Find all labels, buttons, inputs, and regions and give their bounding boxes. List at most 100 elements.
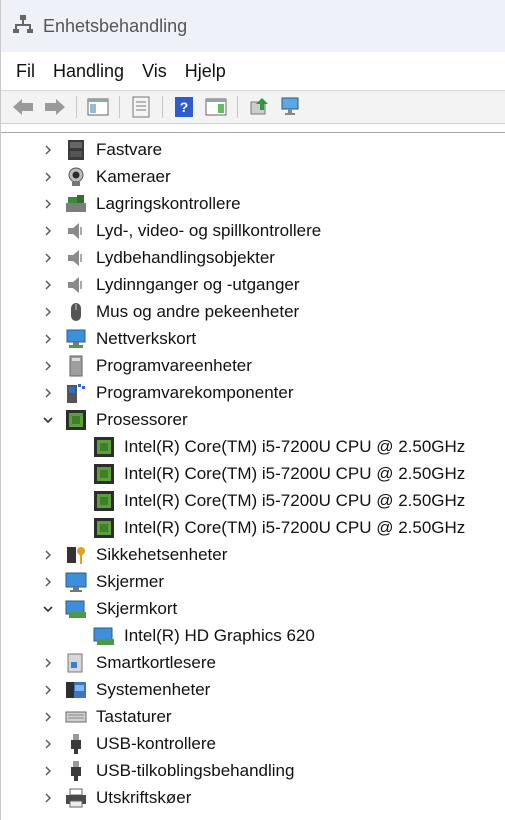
- processor-icon: [93, 463, 115, 485]
- tree-item-lydinnganger-og-utganger[interactable]: Lydinnganger og -utganger: [1, 271, 505, 298]
- tree-item-intel-r-core-tm-i5-7200u-cpu-2-50ghz[interactable]: Intel(R) Core(TM) i5-7200U CPU @ 2.50GHz: [1, 433, 505, 460]
- chevron-right-icon[interactable]: [41, 568, 55, 595]
- system-device-icon: [65, 679, 87, 701]
- chevron-right-icon[interactable]: [41, 676, 55, 703]
- help-icon[interactable]: ?: [172, 95, 196, 119]
- tree-item-nettverkskort[interactable]: Nettverkskort: [1, 325, 505, 352]
- menu-help[interactable]: Hjelp: [176, 61, 235, 82]
- tree-item-usb-tilkoblingsbehandling[interactable]: USB-tilkoblingsbehandling: [1, 757, 505, 784]
- chevron-down-icon[interactable]: [41, 406, 55, 433]
- toolbar-separator: [162, 96, 163, 118]
- chevron-right-icon[interactable]: [41, 217, 55, 244]
- tree-item-lagringskontrollere[interactable]: Lagringskontrollere: [1, 190, 505, 217]
- tree-item-tastaturer[interactable]: Tastaturer: [1, 703, 505, 730]
- tree-item-intel-r-core-tm-i5-7200u-cpu-2-50ghz[interactable]: Intel(R) Core(TM) i5-7200U CPU @ 2.50GHz: [1, 487, 505, 514]
- chevron-right-icon[interactable]: [41, 379, 55, 406]
- chevron-right-icon[interactable]: [41, 703, 55, 730]
- app-icon: [13, 14, 33, 39]
- menu-file[interactable]: Fil: [7, 61, 44, 82]
- menu-bar: Fil Handling Vis Hjelp: [1, 52, 505, 90]
- back-icon[interactable]: [11, 95, 35, 119]
- toolbar: ?: [1, 90, 505, 124]
- window-title: Enhetsbehandling: [43, 15, 188, 36]
- tree-item-label: Intel(R) Core(TM) i5-7200U CPU @ 2.50GHz: [124, 437, 466, 456]
- tree-item-label: Lyd-, video- og spillkontrollere: [96, 221, 322, 240]
- properties-icon[interactable]: [129, 95, 153, 119]
- tree-item-kameraer[interactable]: Kameraer: [1, 163, 505, 190]
- tree-item-intel-r-hd-graphics-620[interactable]: Intel(R) HD Graphics 620: [1, 622, 505, 649]
- keyboard-icon: [65, 706, 87, 728]
- usb-icon: [65, 733, 87, 755]
- chevron-right-icon[interactable]: [41, 190, 55, 217]
- mouse-icon: [65, 301, 87, 323]
- tree-item-usb-kontrollere[interactable]: USB-kontrollere: [1, 730, 505, 757]
- tree-item-intel-r-core-tm-i5-7200u-cpu-2-50ghz[interactable]: Intel(R) Core(TM) i5-7200U CPU @ 2.50GHz: [1, 514, 505, 541]
- menu-view[interactable]: Vis: [133, 61, 176, 82]
- tree-item-label: Sikkehetsenheter: [96, 545, 228, 564]
- device-tree: Fastvare Kameraer Lagringskontrollere Lyd-,…: [1, 132, 505, 820]
- chevron-right-icon[interactable]: [41, 325, 55, 352]
- tree-item-label: Smartkortlesere: [96, 653, 216, 672]
- tree-item-sikkehetsenheter[interactable]: Sikkehetsenheter: [1, 541, 505, 568]
- chevron-right-icon[interactable]: [41, 136, 55, 163]
- usb-icon: [65, 760, 87, 782]
- tree-item-systemenheter[interactable]: Systemenheter: [1, 676, 505, 703]
- tree-item-label: Skjermkort: [96, 599, 178, 618]
- toolbar-separator: [76, 96, 77, 118]
- processor-icon: [93, 436, 115, 458]
- tree-item-label: Utskriftskøer: [96, 788, 192, 807]
- tree-item-label: USB-tilkoblingsbehandling: [96, 761, 295, 780]
- chevron-right-icon[interactable]: [41, 649, 55, 676]
- chevron-right-icon[interactable]: [41, 271, 55, 298]
- smartcard-reader-icon: [65, 652, 87, 674]
- tree-item-label: USB-kontrollere: [96, 734, 216, 753]
- chevron-right-icon[interactable]: [41, 163, 55, 190]
- chevron-right-icon[interactable]: [41, 244, 55, 271]
- toolbar-separator: [119, 96, 120, 118]
- chevron-down-icon[interactable]: [41, 595, 55, 622]
- tree-item-label: Tastaturer: [96, 707, 172, 726]
- tree-item-label: Intel(R) Core(TM) i5-7200U CPU @ 2.50GHz: [124, 491, 466, 510]
- firmware-icon: [65, 139, 87, 161]
- tree-item-prosessorer[interactable]: Prosessorer: [1, 406, 505, 433]
- printer-icon: [65, 787, 87, 809]
- tree-item-programvareenheter[interactable]: Programvareenheter: [1, 352, 505, 379]
- menu-action[interactable]: Handling: [44, 61, 133, 82]
- display-adapter-icon: [65, 598, 87, 620]
- tree-item-label: Programvarekomponenter: [96, 383, 294, 402]
- chevron-right-icon[interactable]: [41, 730, 55, 757]
- tree-item-label: Programvareenheter: [96, 356, 252, 375]
- update-driver-icon[interactable]: [247, 95, 271, 119]
- chevron-right-icon[interactable]: [41, 298, 55, 325]
- tree-item-label: Prosessorer: [96, 410, 188, 429]
- tree-item-fastvare[interactable]: Fastvare: [1, 136, 505, 163]
- action-pane-icon[interactable]: [204, 95, 228, 119]
- svg-text:?: ?: [180, 99, 189, 115]
- tree-item-label: Systemenheter: [96, 680, 211, 699]
- processor-icon: [65, 409, 87, 431]
- tree-item-programvarekomponenter[interactable]: Programvarekomponenter: [1, 379, 505, 406]
- show-hide-console-tree-icon[interactable]: [86, 95, 110, 119]
- chevron-right-icon[interactable]: [41, 541, 55, 568]
- tree-item-lyd-video-og-spillkontrollere[interactable]: Lyd-, video- og spillkontrollere: [1, 217, 505, 244]
- chevron-right-icon[interactable]: [41, 757, 55, 784]
- tree-item-intel-r-core-tm-i5-7200u-cpu-2-50ghz[interactable]: Intel(R) Core(TM) i5-7200U CPU @ 2.50GHz: [1, 460, 505, 487]
- tree-item-utskriftsk-er[interactable]: Utskriftskøer: [1, 784, 505, 811]
- tree-item-skjermer[interactable]: Skjermer: [1, 568, 505, 595]
- chevron-right-icon[interactable]: [41, 352, 55, 379]
- chevron-right-icon[interactable]: [41, 784, 55, 811]
- tree-item-smartkortlesere[interactable]: Smartkortlesere: [1, 649, 505, 676]
- tree-item-label: Intel(R) Core(TM) i5-7200U CPU @ 2.50GHz: [124, 464, 466, 483]
- display-adapter-icon: [93, 625, 115, 647]
- tree-item-mus-og-andre-pekeenheter[interactable]: Mus og andre pekeenheter: [1, 298, 505, 325]
- toolbar-separator: [237, 96, 238, 118]
- scan-hardware-icon[interactable]: [279, 95, 303, 119]
- tree-item-label: Fastvare: [96, 140, 163, 159]
- tree-item-skjermkort[interactable]: Skjermkort: [1, 595, 505, 622]
- tree-item-label: Mus og andre pekeenheter: [96, 302, 300, 321]
- storage-controller-icon: [65, 193, 87, 215]
- forward-icon[interactable]: [43, 95, 67, 119]
- tree-item-label: Nettverkskort: [96, 329, 197, 348]
- tree-item-lydbehandlingsobjekter[interactable]: Lydbehandlingsobjekter: [1, 244, 505, 271]
- software-component-icon: [65, 382, 87, 404]
